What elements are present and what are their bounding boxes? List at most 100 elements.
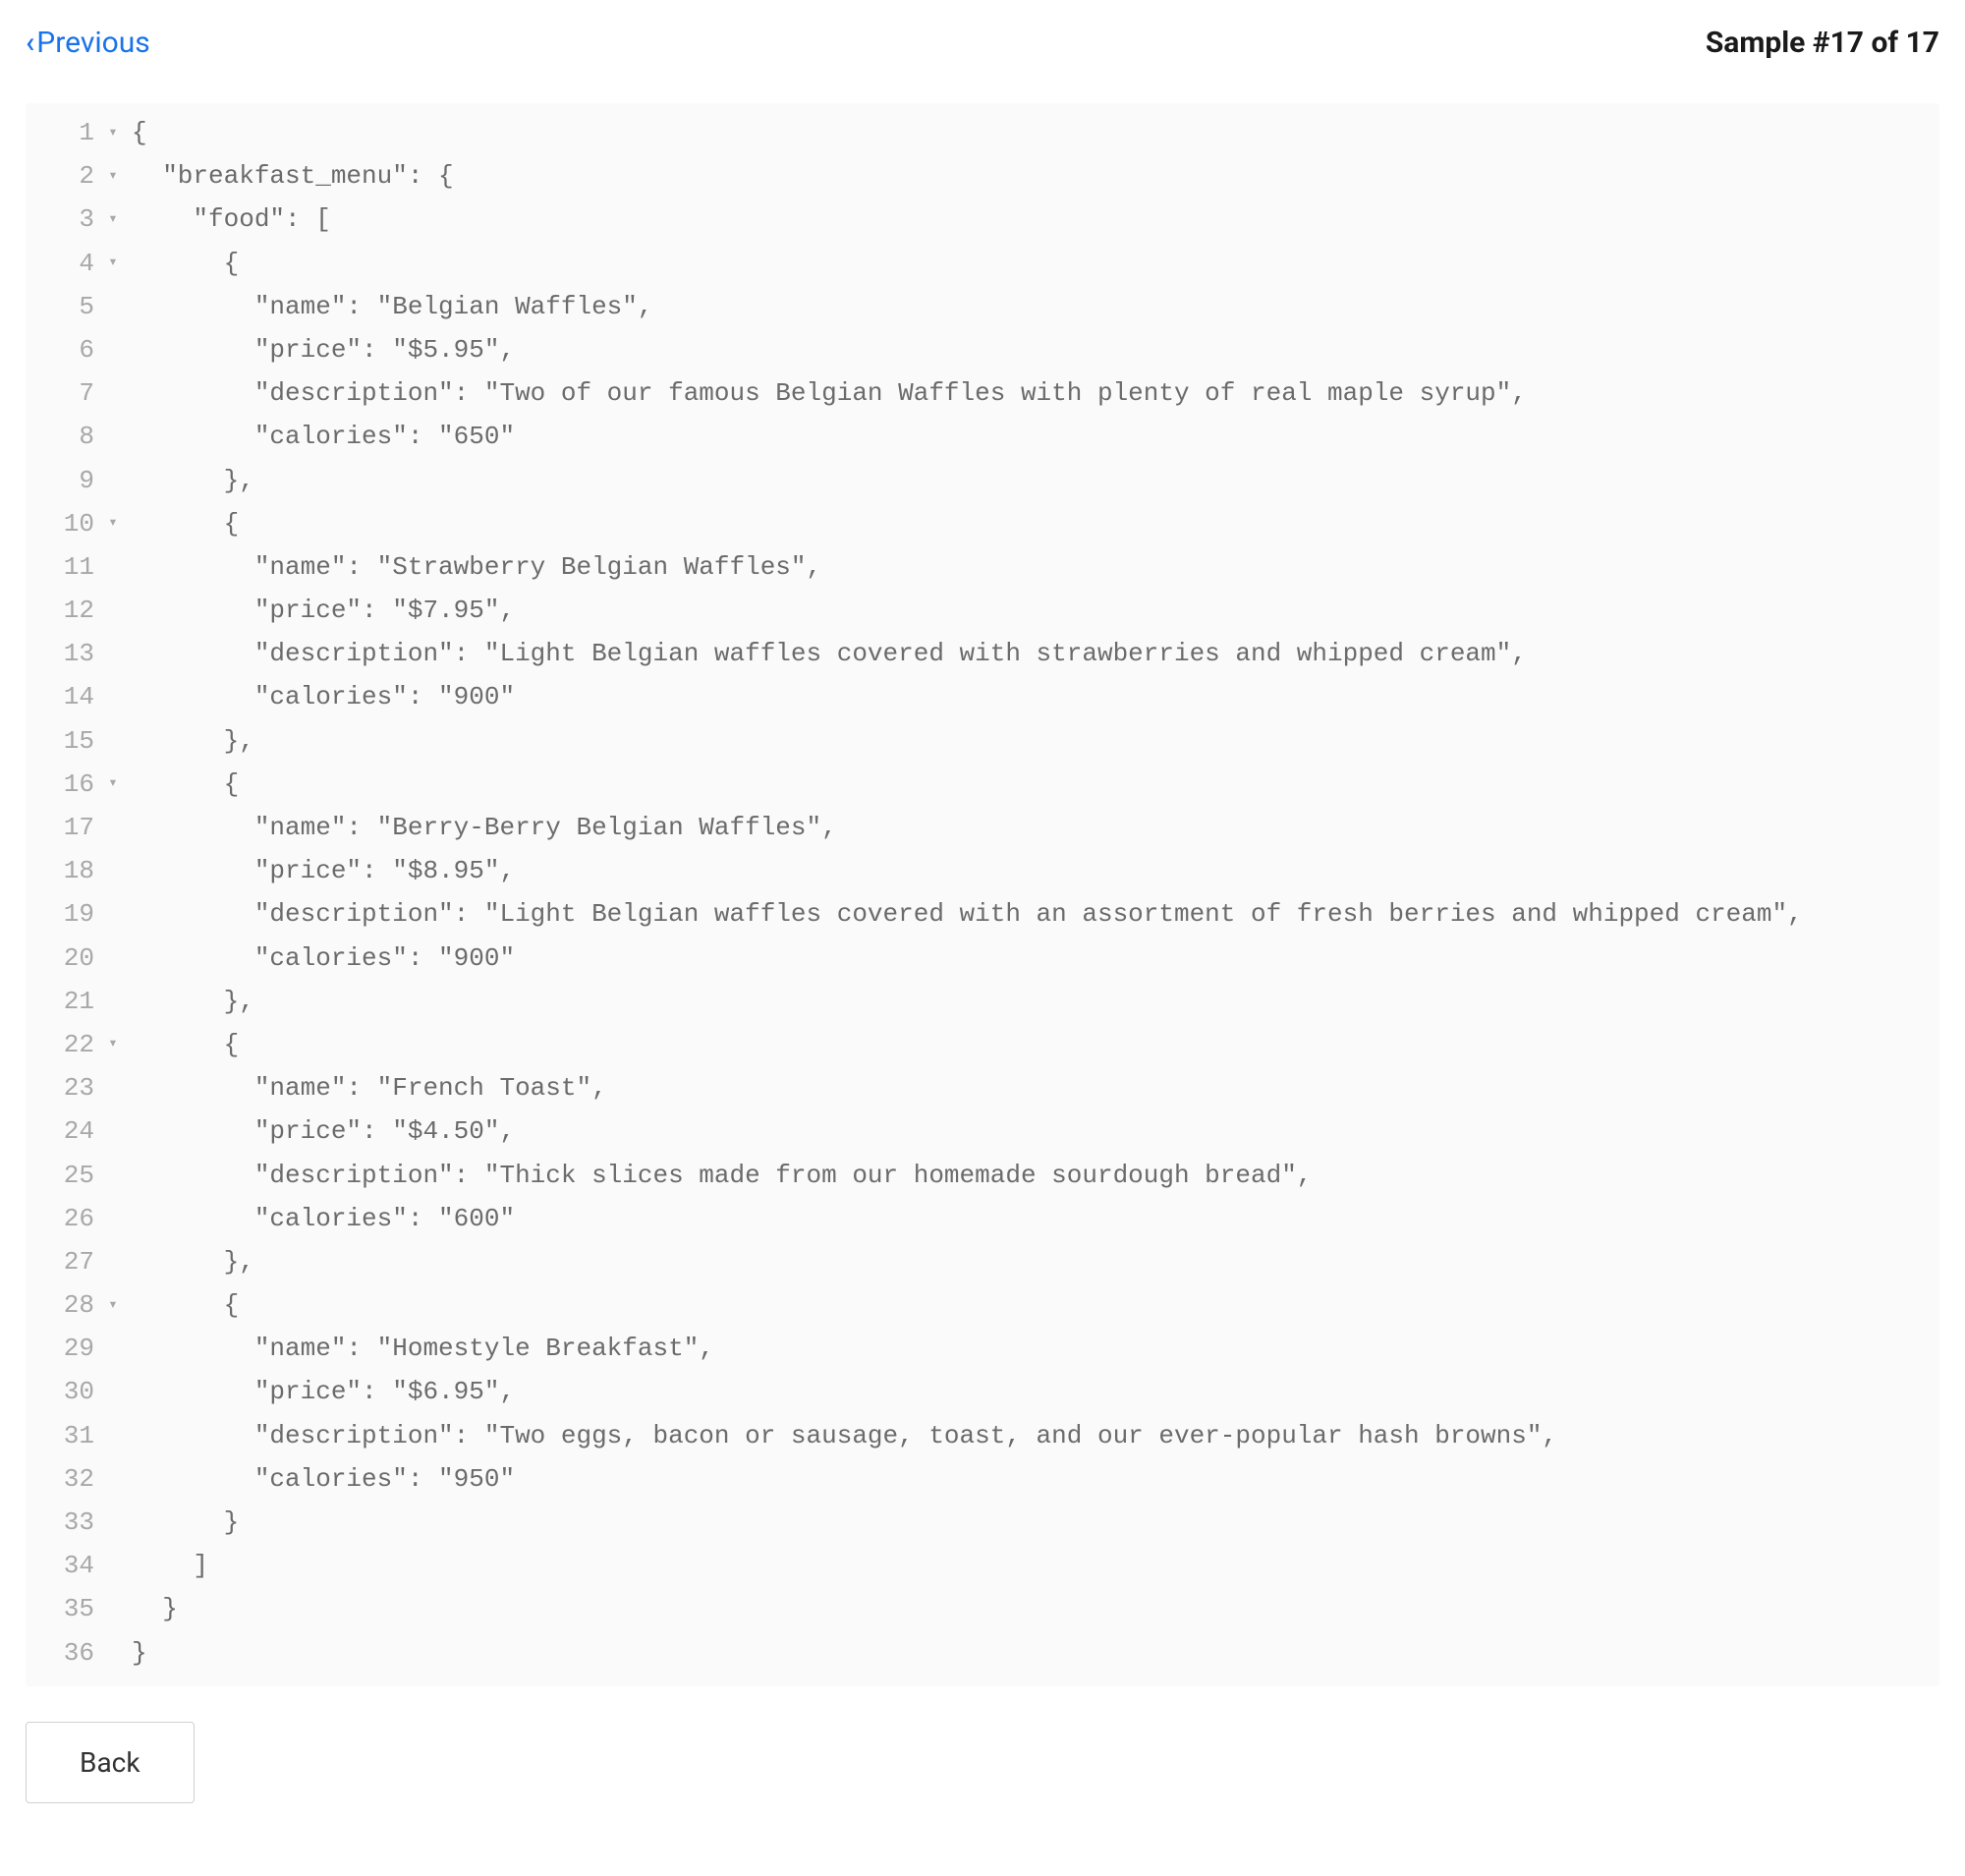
- code-line: 34 ]: [26, 1544, 1939, 1587]
- code-content: "name": "Belgian Waffles",: [124, 285, 653, 328]
- code-line: 13 "description": "Light Belgian waffles…: [26, 632, 1939, 675]
- code-line: 8 "calories": "650": [26, 415, 1939, 458]
- line-number: 10: [26, 502, 102, 545]
- line-number: 3: [26, 198, 102, 241]
- fold-toggle-icon: [102, 1414, 124, 1457]
- line-number: 23: [26, 1066, 102, 1109]
- code-content: "name": "Strawberry Belgian Waffles",: [124, 545, 821, 589]
- fold-toggle-icon: [102, 719, 124, 763]
- line-number: 34: [26, 1544, 102, 1587]
- fold-toggle-icon: [102, 892, 124, 936]
- line-number: 12: [26, 589, 102, 632]
- code-content: "description": "Thick slices made from o…: [124, 1154, 1312, 1197]
- fold-toggle-icon: [102, 937, 124, 980]
- fold-toggle-icon[interactable]: ▾: [102, 242, 124, 285]
- fold-toggle-icon: [102, 1501, 124, 1544]
- code-content: },: [124, 719, 254, 763]
- code-content: "name": "Berry-Berry Belgian Waffles",: [124, 806, 837, 849]
- previous-link[interactable]: ‹ Previous: [26, 26, 150, 60]
- line-number: 31: [26, 1414, 102, 1457]
- fold-toggle-icon: [102, 1197, 124, 1240]
- code-content: }: [124, 1501, 239, 1544]
- code-content: "description": "Light Belgian waffles co…: [124, 892, 1803, 936]
- code-line: 33 }: [26, 1501, 1939, 1544]
- line-number: 14: [26, 675, 102, 718]
- fold-toggle-icon[interactable]: ▾: [102, 763, 124, 806]
- line-number: 26: [26, 1197, 102, 1240]
- code-line: 28▾ {: [26, 1283, 1939, 1327]
- code-line: 9 },: [26, 459, 1939, 502]
- code-line: 19 "description": "Light Belgian waffles…: [26, 892, 1939, 936]
- fold-toggle-icon[interactable]: ▾: [102, 502, 124, 545]
- code-content: "description": "Light Belgian waffles co…: [124, 632, 1527, 675]
- line-number: 32: [26, 1457, 102, 1501]
- chevron-left-icon: ‹: [26, 26, 34, 60]
- code-content: "calories": "900": [124, 937, 515, 980]
- code-content: {: [124, 763, 239, 806]
- code-line: 7 "description": "Two of our famous Belg…: [26, 371, 1939, 415]
- line-number: 5: [26, 285, 102, 328]
- code-content: "price": "$8.95",: [124, 849, 515, 892]
- fold-toggle-icon[interactable]: ▾: [102, 111, 124, 154]
- fold-toggle-icon[interactable]: ▾: [102, 1023, 124, 1066]
- code-content: }: [124, 1631, 147, 1675]
- fold-toggle-icon[interactable]: ▾: [102, 198, 124, 241]
- fold-toggle-icon: [102, 328, 124, 371]
- fold-toggle-icon: [102, 589, 124, 632]
- fold-toggle-icon[interactable]: ▾: [102, 1283, 124, 1327]
- code-line: 1▾{: [26, 111, 1939, 154]
- code-line: 5 "name": "Belgian Waffles",: [26, 285, 1939, 328]
- fold-toggle-icon: [102, 1109, 124, 1153]
- fold-toggle-icon: [102, 806, 124, 849]
- line-number: 33: [26, 1501, 102, 1544]
- code-line: 24 "price": "$4.50",: [26, 1109, 1939, 1153]
- code-line: 27 },: [26, 1240, 1939, 1283]
- line-number: 8: [26, 415, 102, 458]
- code-line: 29 "name": "Homestyle Breakfast",: [26, 1327, 1939, 1370]
- code-line: 12 "price": "$7.95",: [26, 589, 1939, 632]
- code-content: "name": "French Toast",: [124, 1066, 607, 1109]
- code-line: 31 "description": "Two eggs, bacon or sa…: [26, 1414, 1939, 1457]
- code-line: 14 "calories": "900": [26, 675, 1939, 718]
- code-line: 18 "price": "$8.95",: [26, 849, 1939, 892]
- code-line: 11 "name": "Strawberry Belgian Waffles",: [26, 545, 1939, 589]
- line-number: 6: [26, 328, 102, 371]
- code-content: "calories": "600": [124, 1197, 515, 1240]
- fold-toggle-icon: [102, 415, 124, 458]
- code-content: "food": [: [124, 198, 331, 241]
- fold-toggle-icon: [102, 980, 124, 1023]
- header-bar: ‹ Previous Sample #17 of 17: [26, 26, 1939, 60]
- code-content: },: [124, 1240, 254, 1283]
- fold-toggle-icon: [102, 1154, 124, 1197]
- fold-toggle-icon: [102, 675, 124, 718]
- line-number: 16: [26, 763, 102, 806]
- fold-toggle-icon: [102, 459, 124, 502]
- previous-label: Previous: [36, 26, 150, 60]
- code-line: 3▾ "food": [: [26, 198, 1939, 241]
- code-line: 4▾ {: [26, 242, 1939, 285]
- code-line: 2▾ "breakfast_menu": {: [26, 154, 1939, 198]
- fold-toggle-icon[interactable]: ▾: [102, 154, 124, 198]
- line-number: 36: [26, 1631, 102, 1675]
- line-number: 20: [26, 937, 102, 980]
- line-number: 30: [26, 1370, 102, 1413]
- code-line: 26 "calories": "600": [26, 1197, 1939, 1240]
- sample-counter: Sample #17 of 17: [1706, 26, 1939, 60]
- code-content: "calories": "650": [124, 415, 515, 458]
- fold-toggle-icon: [102, 545, 124, 589]
- line-number: 28: [26, 1283, 102, 1327]
- fold-toggle-icon: [102, 1370, 124, 1413]
- code-content: {: [124, 1023, 239, 1066]
- code-content: "description": "Two eggs, bacon or sausa…: [124, 1414, 1557, 1457]
- line-number: 19: [26, 892, 102, 936]
- line-number: 17: [26, 806, 102, 849]
- code-content: },: [124, 459, 254, 502]
- code-content: {: [124, 1283, 239, 1327]
- code-content: "price": "$6.95",: [124, 1370, 515, 1413]
- line-number: 35: [26, 1587, 102, 1630]
- code-line: 17 "name": "Berry-Berry Belgian Waffles"…: [26, 806, 1939, 849]
- fold-toggle-icon: [102, 1457, 124, 1501]
- back-button[interactable]: Back: [26, 1722, 195, 1803]
- code-line: 20 "calories": "900": [26, 937, 1939, 980]
- line-number: 7: [26, 371, 102, 415]
